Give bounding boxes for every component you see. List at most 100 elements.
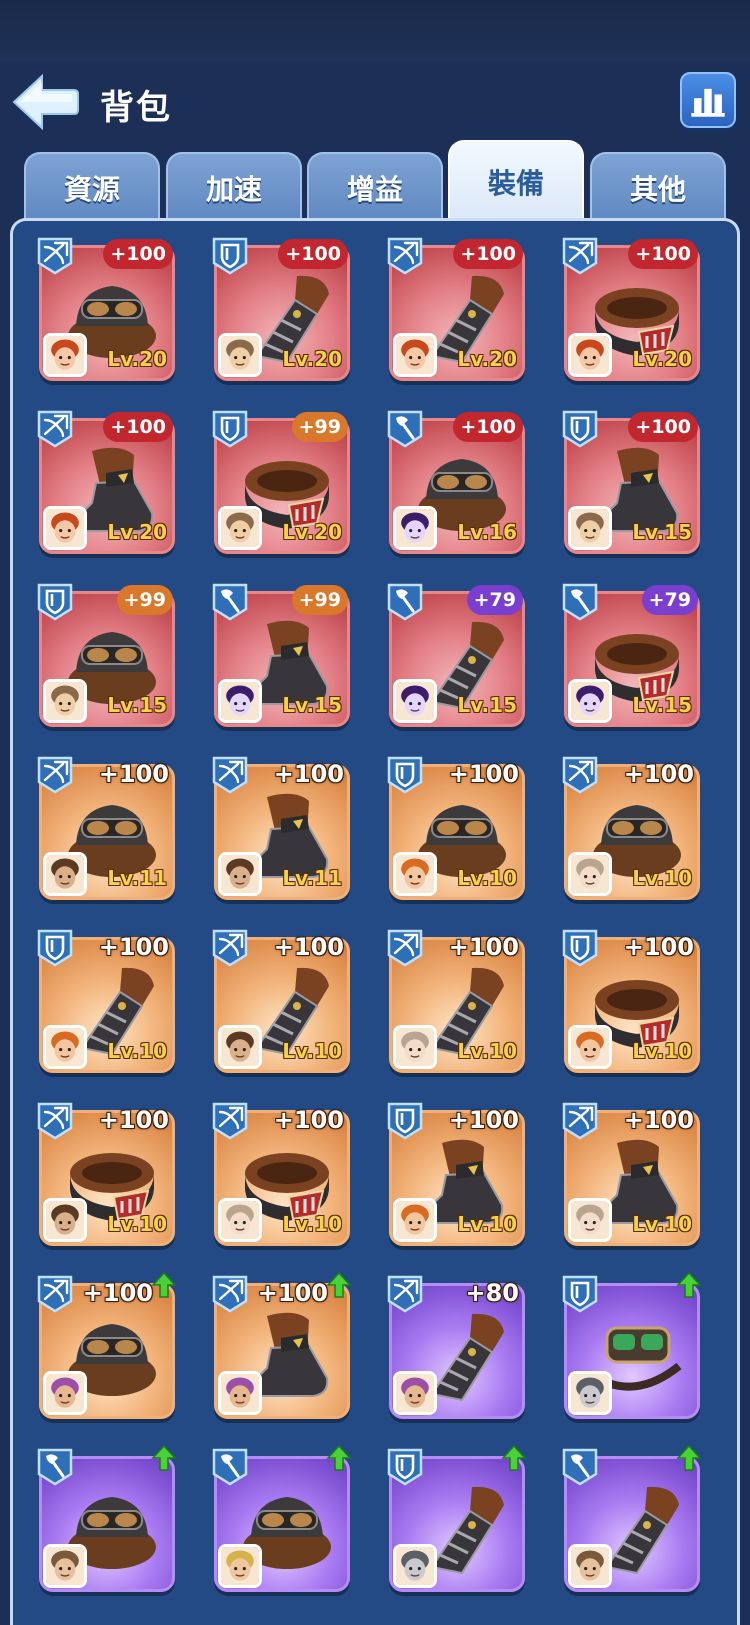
page-title: 背包 [100,88,172,128]
equipment-slot[interactable]: +100 Lv.10 [383,752,527,902]
equipment-slot[interactable]: +100 Lv.10 [383,925,527,1075]
equipment-slot[interactable]: +99 Lv.20 [208,406,352,556]
hero-avatar [218,506,262,550]
equipment-slot[interactable]: +100 Lv.10 [558,925,702,1075]
tab-label: 加速 [205,173,262,206]
equipment-slot[interactable]: +100 Lv.10 [383,1098,527,1248]
back-arrow-icon [12,73,79,131]
hero-avatar [568,852,612,896]
equipment-slot[interactable]: +100 [208,1271,352,1421]
equipment-slot[interactable] [383,1444,527,1594]
back-button[interactable] [8,70,80,134]
hero-avatar [568,1371,612,1415]
tab-resources[interactable]: 資源 [24,152,160,222]
level-label: Lv.20 [107,347,167,371]
hero-avatar [393,852,437,896]
level-label: Lv.15 [632,520,692,544]
bonus-value: +100 [257,1279,328,1307]
bonus-value: +100 [98,1106,169,1134]
tab-equipment[interactable]: 裝備 [448,140,584,222]
equipment-slot[interactable]: +99 Lv.15 [208,579,352,729]
crossbow-icon [383,233,427,277]
equipment-slot[interactable]: +100 [33,1271,177,1421]
equipment-slot[interactable]: +100 Lv.20 [383,233,527,383]
equipment-slot[interactable]: +100 Lv.11 [208,752,352,902]
bonus-value: +100 [103,412,173,442]
equipment-slot[interactable] [558,1444,702,1594]
shield-icon [558,1271,602,1315]
bonus-value: +100 [98,760,169,788]
equipment-slot[interactable]: +80 [383,1271,527,1421]
level-label: Lv.20 [457,347,517,371]
tab-label: 裝備 [487,167,544,200]
equipment-slot[interactable]: +100 Lv.10 [558,752,702,902]
bonus-value: +100 [98,933,169,961]
bonus-value: +100 [448,760,519,788]
equipment-slot[interactable]: +100 Lv.16 [383,406,527,556]
bonus-value: +100 [628,239,698,269]
shield-icon [208,233,252,277]
bonus-value: +100 [623,933,694,961]
crossbow-icon [208,752,252,796]
shield-icon [558,925,602,969]
equipment-slot[interactable]: +100 Lv.10 [208,1098,352,1248]
hero-avatar [43,679,87,723]
tab-label: 增益 [346,173,403,206]
level-label: Lv.10 [107,1039,167,1063]
bonus-value: +99 [116,585,173,615]
bonus-value: +99 [291,585,348,615]
equipment-slot[interactable]: +99 Lv.15 [33,579,177,729]
crossbow-icon [383,925,427,969]
tab-label: 資源 [63,173,120,206]
equipment-slot[interactable]: +79 Lv.15 [558,579,702,729]
tab-boosts[interactable]: 增益 [307,152,443,222]
equipment-slot[interactable]: +100 Lv.15 [558,406,702,556]
crossbow-icon [558,233,602,277]
bonus-value: +100 [278,239,348,269]
hero-avatar [218,1544,262,1588]
crossbow-icon [558,752,602,796]
axe-icon [558,1444,602,1488]
equipment-slot[interactable] [558,1271,702,1421]
equipment-slot[interactable]: +79 Lv.15 [383,579,527,729]
crossbow-icon [208,1271,252,1315]
equipment-slot[interactable] [33,1444,177,1594]
hero-avatar [218,333,262,377]
equipment-slot[interactable]: +100 Lv.20 [33,406,177,556]
upgrade-arrow-icon [326,1271,352,1299]
equipment-slot[interactable]: +100 Lv.10 [33,925,177,1075]
upgrade-arrow-icon [151,1271,177,1299]
level-label: Lv.16 [457,520,517,544]
equipment-slot[interactable]: +100 Lv.10 [208,925,352,1075]
axe-icon [383,579,427,623]
axe-icon [208,1444,252,1488]
level-label: Lv.10 [457,1212,517,1236]
shield-icon [33,579,77,623]
hero-avatar [218,1025,262,1069]
hero-avatar [43,333,87,377]
header-bar: 背包 [0,62,750,142]
upgrade-arrow-icon [676,1271,702,1299]
bonus-value: +100 [273,1106,344,1134]
level-label: Lv.11 [107,866,167,890]
equipment-slot[interactable]: +100 Lv.20 [33,233,177,383]
stats-button[interactable] [680,72,736,128]
crossbow-icon [33,752,77,796]
hero-avatar [393,1198,437,1242]
tab-speedups[interactable]: 加速 [166,152,302,222]
hero-avatar [43,1371,87,1415]
equipment-slot[interactable]: +100 Lv.20 [558,233,702,383]
level-label: Lv.20 [282,520,342,544]
equipment-slot[interactable]: +100 Lv.10 [33,1098,177,1248]
upgrade-arrow-icon [151,1444,177,1472]
equipment-slot[interactable] [208,1444,352,1594]
tab-other[interactable]: 其他 [590,152,726,222]
equipment-slot[interactable]: +100 Lv.11 [33,752,177,902]
equipment-slot[interactable]: +100 Lv.20 [208,233,352,383]
tab-label: 其他 [629,173,686,206]
axe-icon [383,406,427,450]
bonus-value: +100 [628,412,698,442]
hero-avatar [568,333,612,377]
level-label: Lv.10 [457,866,517,890]
equipment-slot[interactable]: +100 Lv.10 [558,1098,702,1248]
